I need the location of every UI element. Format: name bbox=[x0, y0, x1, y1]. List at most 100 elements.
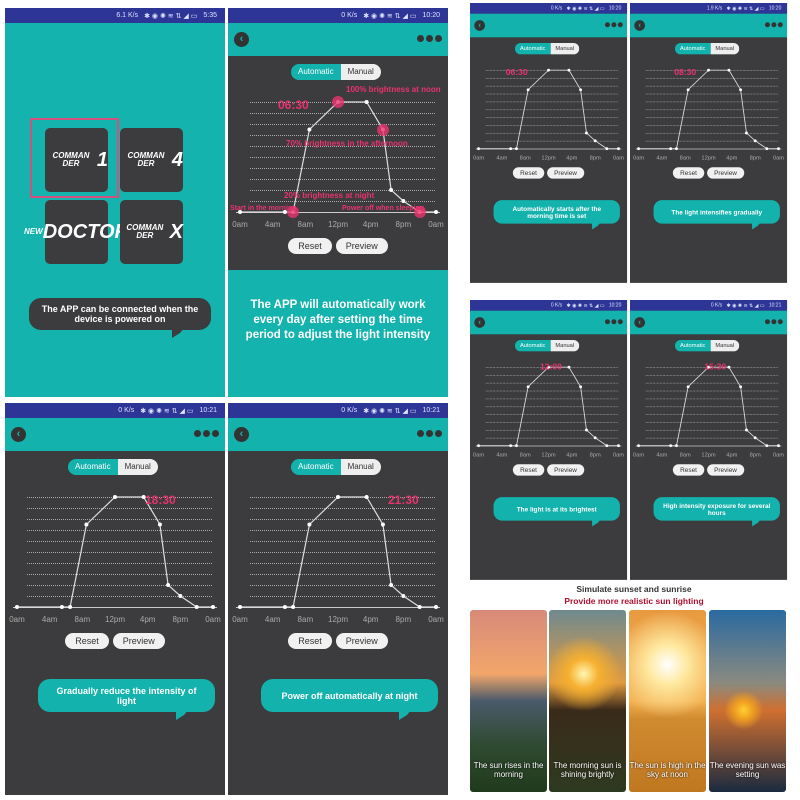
device-tile-new-doctor[interactable]: NEW DOCTOR bbox=[24, 200, 129, 264]
curve-point[interactable] bbox=[617, 444, 620, 448]
curve-point[interactable] bbox=[389, 188, 394, 192]
curve-point[interactable] bbox=[15, 605, 19, 609]
curve-point[interactable] bbox=[777, 444, 780, 448]
curve-point[interactable] bbox=[686, 385, 690, 389]
curve-point[interactable] bbox=[509, 444, 513, 448]
curve-point[interactable] bbox=[753, 139, 757, 143]
curve-point[interactable] bbox=[113, 495, 117, 499]
preview-button[interactable]: Preview bbox=[546, 464, 585, 476]
curve-point[interactable] bbox=[509, 147, 513, 151]
curve-point[interactable] bbox=[637, 147, 640, 151]
curve-line bbox=[478, 69, 619, 150]
reset-button[interactable]: Reset bbox=[288, 238, 332, 254]
reset-button[interactable]: Reset bbox=[513, 464, 545, 476]
curve-point[interactable] bbox=[401, 594, 406, 598]
curve-point[interactable] bbox=[765, 444, 769, 448]
chart-buttons: Reset Preview bbox=[470, 167, 627, 179]
curve-point[interactable] bbox=[336, 495, 340, 499]
chart-buttons: Reset Preview bbox=[5, 633, 225, 649]
device-tile-commander4[interactable]: COMMAN DER 4 bbox=[120, 128, 183, 192]
curve-point[interactable] bbox=[547, 68, 550, 72]
status-icons: ✱ ◉ ✺ ≋ ⇅ ◢ ▭ bbox=[144, 12, 198, 20]
curve-point[interactable] bbox=[617, 147, 620, 151]
device-logo-mark: 4 bbox=[171, 149, 183, 171]
curve-point[interactable] bbox=[745, 428, 748, 432]
curve-point[interactable] bbox=[593, 436, 597, 440]
device-tile-commander1[interactable]: COMMAN DER 1 bbox=[45, 128, 108, 192]
curve-point[interactable] bbox=[637, 444, 640, 448]
device-tile-commanderx[interactable]: COMMAN DER X bbox=[120, 200, 183, 264]
curve-point[interactable] bbox=[585, 428, 588, 432]
curve-point[interactable] bbox=[675, 444, 678, 448]
curve-point[interactable] bbox=[211, 605, 215, 609]
curve-point[interactable] bbox=[434, 605, 438, 609]
reset-button[interactable]: Reset bbox=[673, 167, 705, 179]
curve-point[interactable] bbox=[739, 385, 743, 389]
sun-simulation-section: Simulate sunset and sunrise Provide more… bbox=[468, 580, 800, 800]
curve-point[interactable] bbox=[380, 522, 385, 527]
curve-point[interactable] bbox=[669, 444, 673, 448]
curve-point[interactable] bbox=[166, 583, 171, 587]
curve-point[interactable] bbox=[291, 605, 296, 609]
curve-point[interactable] bbox=[593, 139, 597, 143]
curve-point[interactable] bbox=[68, 605, 73, 609]
curve-point[interactable] bbox=[282, 605, 287, 609]
curve-point[interactable] bbox=[477, 147, 480, 151]
annotation-label: 100% brightness at noon bbox=[346, 85, 441, 94]
curve-point[interactable] bbox=[669, 147, 673, 151]
preview-button[interactable]: Preview bbox=[706, 464, 745, 476]
curve-point[interactable] bbox=[567, 68, 571, 72]
curve-point[interactable] bbox=[307, 522, 312, 527]
curve-point[interactable] bbox=[389, 583, 394, 587]
curve-point[interactable] bbox=[238, 605, 242, 609]
curve-point[interactable] bbox=[579, 385, 583, 389]
reset-button[interactable]: Reset bbox=[513, 167, 545, 179]
curve-point[interactable] bbox=[707, 68, 710, 72]
curve-point[interactable] bbox=[364, 495, 369, 499]
curve-point[interactable] bbox=[526, 88, 530, 92]
curve-point[interactable] bbox=[194, 605, 199, 609]
highlight-dot bbox=[287, 206, 300, 218]
curve-point[interactable] bbox=[178, 594, 183, 598]
brightness-curve bbox=[477, 365, 620, 448]
curve-point[interactable] bbox=[777, 147, 780, 151]
curve-point[interactable] bbox=[307, 127, 312, 132]
curve-point[interactable] bbox=[477, 444, 480, 448]
curve-point[interactable] bbox=[364, 100, 369, 104]
curve-point[interactable] bbox=[605, 444, 609, 448]
curve-point[interactable] bbox=[526, 385, 530, 389]
curve-point[interactable] bbox=[579, 88, 583, 92]
curve-point[interactable] bbox=[765, 147, 769, 151]
preview-button[interactable]: Preview bbox=[706, 167, 745, 179]
curve-point[interactable] bbox=[417, 605, 422, 609]
curve-point[interactable] bbox=[567, 365, 571, 369]
curve-point[interactable] bbox=[515, 444, 518, 448]
noon-photo: The sun is high in the sky at noon bbox=[629, 610, 706, 792]
curve-point[interactable] bbox=[59, 605, 64, 609]
reset-button[interactable]: Reset bbox=[673, 464, 705, 476]
preview-button[interactable]: Preview bbox=[546, 167, 585, 179]
device-logo-mark: X bbox=[169, 221, 183, 243]
curve-point[interactable] bbox=[515, 147, 518, 151]
curve-point[interactable] bbox=[585, 131, 588, 135]
curve-point[interactable] bbox=[727, 68, 731, 72]
curve-point[interactable] bbox=[745, 131, 748, 135]
curve-point[interactable] bbox=[605, 147, 609, 151]
preview-button[interactable]: Preview bbox=[335, 633, 388, 649]
curve-point[interactable] bbox=[753, 436, 757, 440]
curve-point[interactable] bbox=[727, 365, 731, 369]
preview-button[interactable]: Preview bbox=[112, 633, 165, 649]
curve-point[interactable] bbox=[157, 522, 162, 527]
evening-photo: The evening sun was setting bbox=[709, 610, 786, 792]
curve-point[interactable] bbox=[434, 210, 438, 214]
curve-point[interactable] bbox=[739, 88, 743, 92]
chart-buttons: Reset Preview bbox=[228, 238, 448, 254]
highlight-dot bbox=[332, 96, 344, 108]
curve-point[interactable] bbox=[84, 522, 89, 527]
preview-button[interactable]: Preview bbox=[335, 238, 388, 254]
curve-point[interactable] bbox=[686, 88, 690, 92]
curve-point[interactable] bbox=[401, 199, 406, 203]
reset-button[interactable]: Reset bbox=[65, 633, 109, 649]
reset-button[interactable]: Reset bbox=[288, 633, 332, 649]
curve-point[interactable] bbox=[675, 147, 678, 151]
